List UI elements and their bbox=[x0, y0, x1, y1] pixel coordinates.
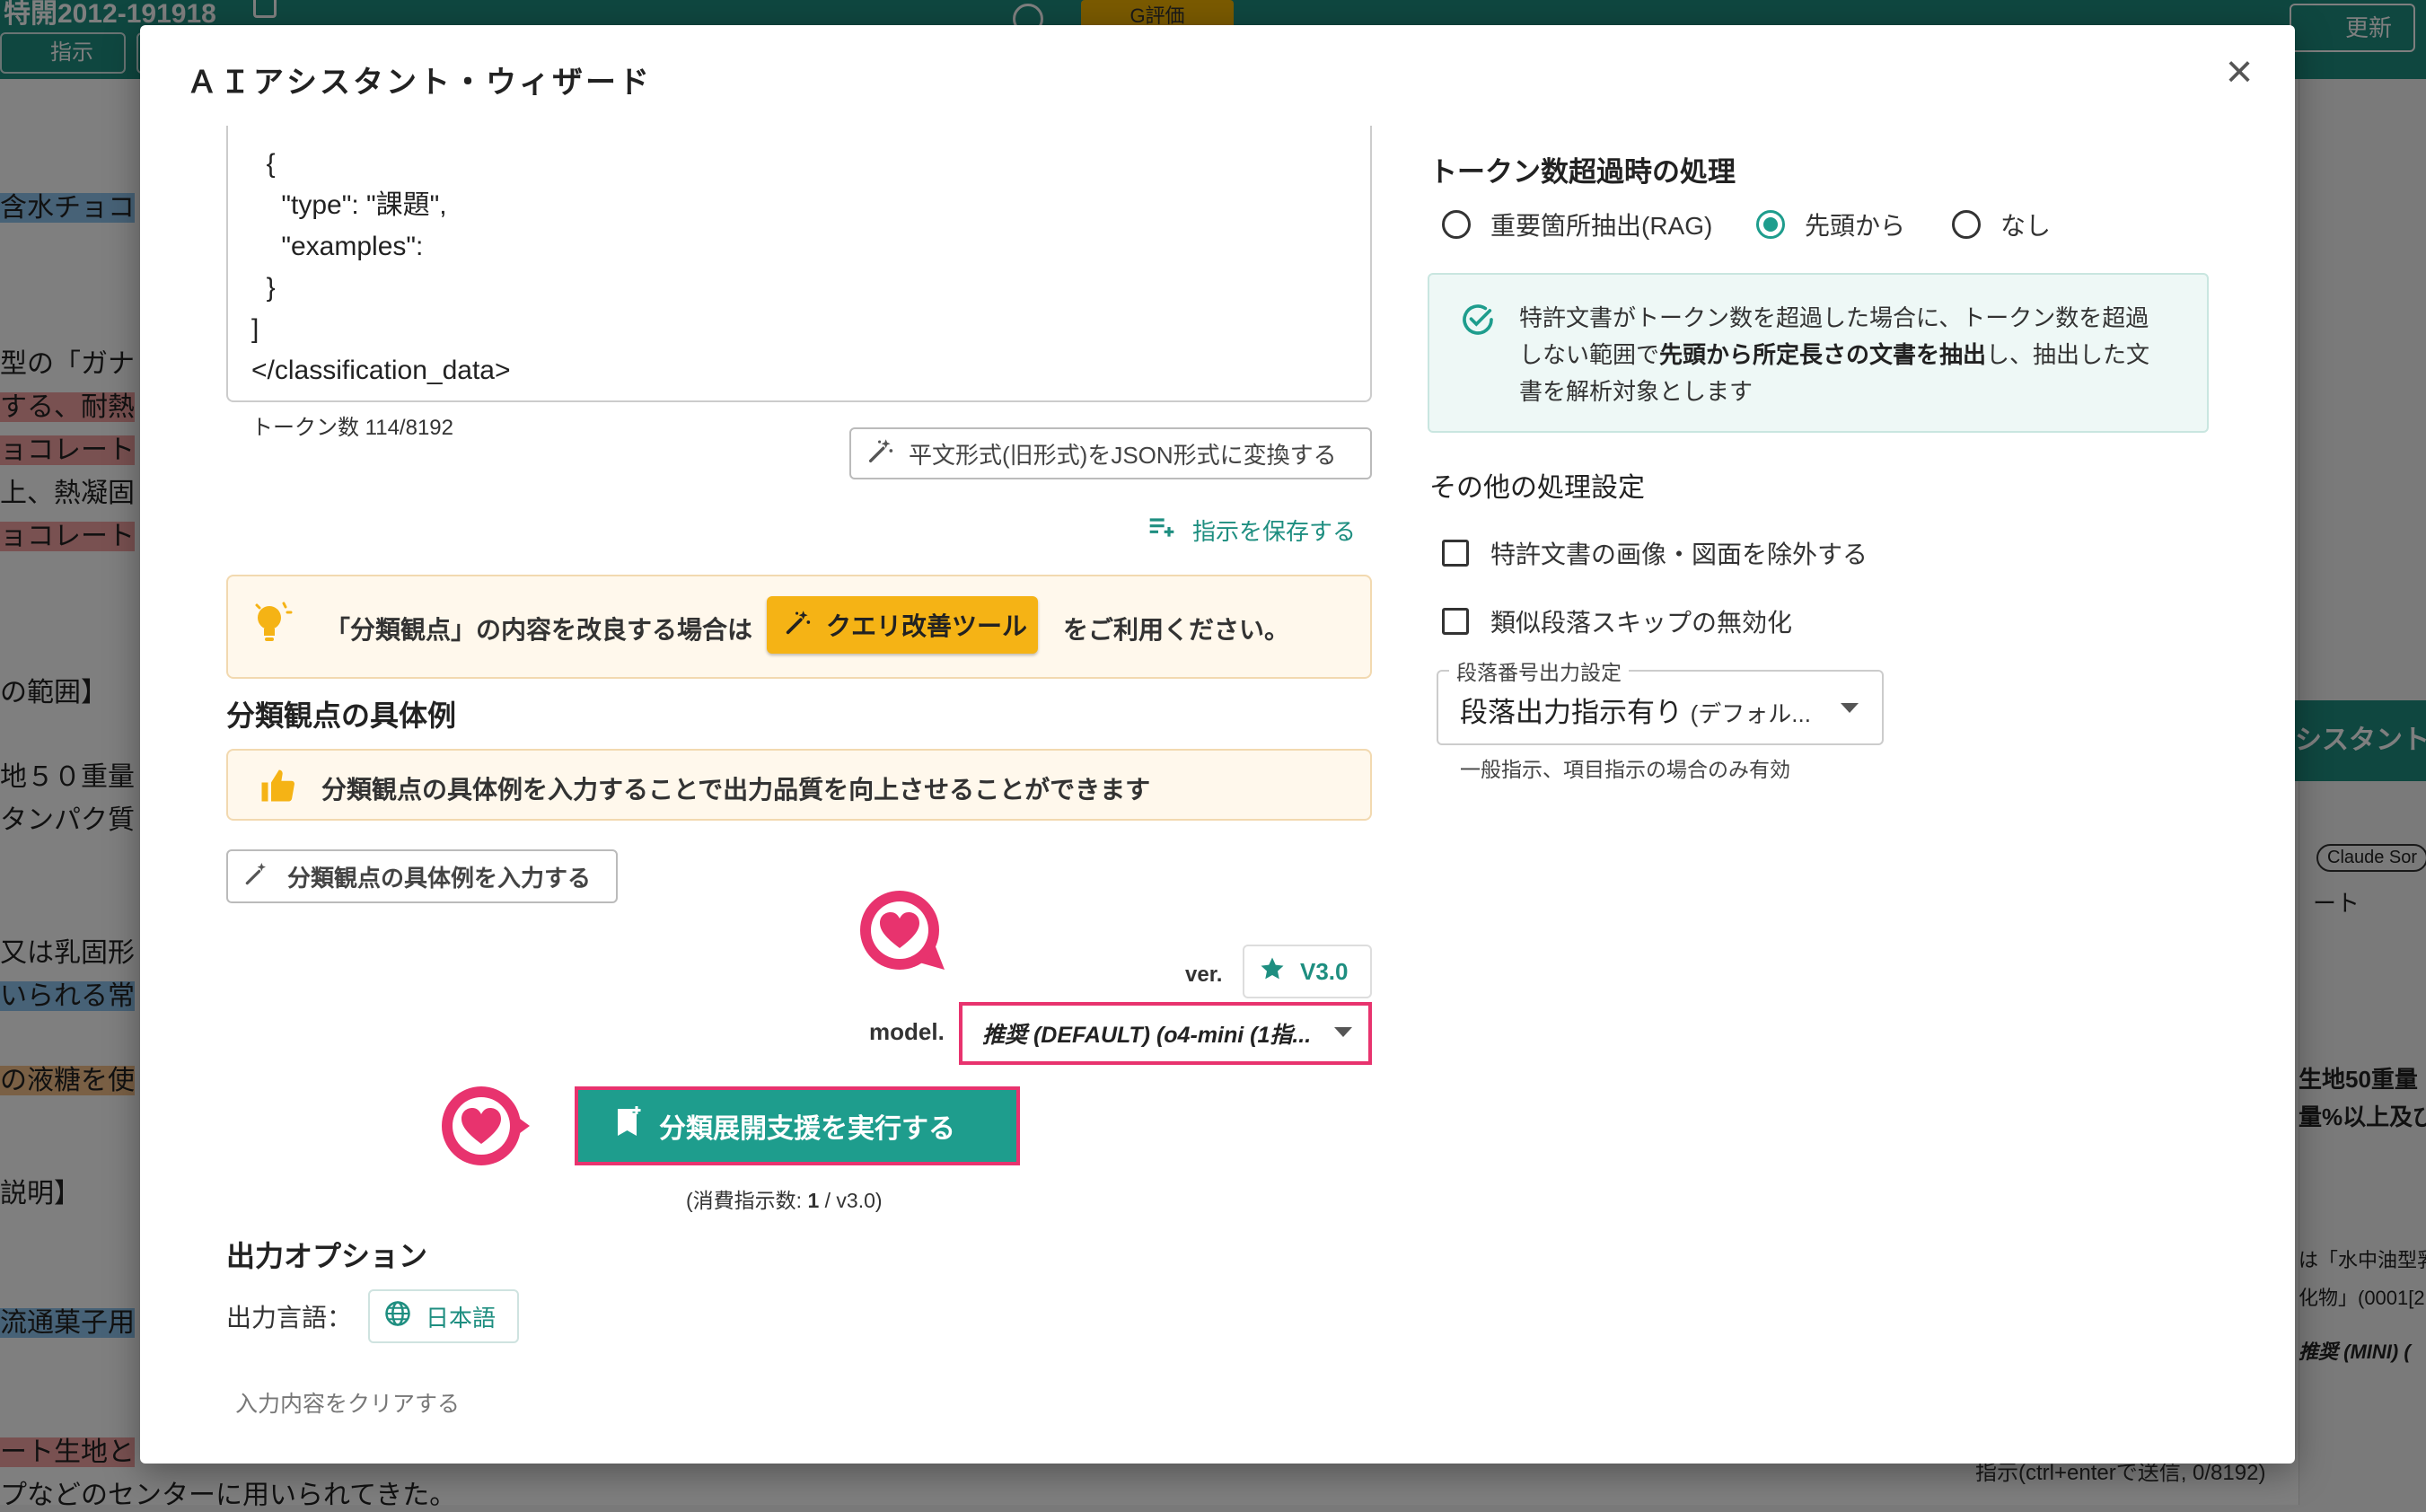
model-select-value: 推奨 (DEFAULT) (o4-mini (1指... bbox=[982, 1023, 1312, 1048]
input-examples-button[interactable]: 分類観点の具体例を入力する bbox=[226, 849, 618, 903]
close-icon[interactable]: × bbox=[2218, 48, 2261, 95]
radio-label: 重要箇所抽出(RAG) bbox=[1490, 212, 1713, 240]
run-classification-label: 分類展開支援を実行する bbox=[659, 1114, 955, 1144]
heart-pin-icon bbox=[440, 1081, 530, 1165]
check-circle-icon bbox=[1460, 302, 1496, 338]
radio-label: なし bbox=[2000, 212, 2052, 240]
disable-skip-checkbox[interactable]: 類似段落スキップの無効化 bbox=[1442, 603, 1792, 639]
token-overflow-heading: トークン数超過時の処理 bbox=[1429, 156, 1736, 188]
run-classification-button[interactable]: 分類展開支援を実行する bbox=[575, 1086, 1020, 1165]
radio-label: 先頭から bbox=[1805, 212, 1906, 240]
radio-button[interactable] bbox=[1952, 210, 1981, 239]
query-tool-tip: 「分類観点」の内容を改良する場合は クエリ改善ツール をご利用ください。 bbox=[226, 575, 1372, 679]
modal-title: ＡＩアシスタント・ウィザード bbox=[187, 66, 652, 100]
query-improve-tool-label: クエリ改善ツール bbox=[826, 612, 1028, 640]
token-count: トークン数 114/8192 bbox=[251, 416, 453, 440]
examples-tip-text: 分類観点の具体例を入力することで出力品質を向上させることができます bbox=[321, 776, 1151, 804]
editor-line: "type": "課題", bbox=[251, 190, 447, 220]
thumbs-up-icon bbox=[259, 767, 296, 804]
ai-assistant-wizard-modal: ＡＩアシスタント・ウィザード × { "type": "課題", "exampl… bbox=[140, 25, 2295, 1464]
paragraph-output-value: 段落出力指示有り (デフォル... bbox=[1460, 697, 1811, 728]
convert-json-label: 平文形式(旧形式)をJSON形式に変換する bbox=[909, 441, 1337, 469]
chevron-down-icon[interactable] bbox=[1841, 703, 1859, 713]
radio-from-start[interactable]: 先頭から bbox=[1756, 207, 1905, 242]
examples-tip: 分類観点の具体例を入力することで出力品質を向上させることができます bbox=[226, 749, 1372, 821]
examples-heading: 分類観点の具体例 bbox=[226, 699, 457, 732]
output-language-button[interactable]: 日本語 bbox=[368, 1289, 519, 1343]
radio-button[interactable] bbox=[1442, 210, 1471, 239]
magic-wand-icon bbox=[242, 859, 271, 894]
other-settings-heading: その他の処理設定 bbox=[1429, 473, 1645, 503]
save-instruction-link[interactable]: 指示を保存する bbox=[1147, 514, 1356, 547]
checkbox[interactable] bbox=[1442, 608, 1469, 635]
checkbox-label: 類似段落スキップの無効化 bbox=[1490, 609, 1793, 637]
query-improve-tool-button[interactable]: クエリ改善ツール bbox=[767, 596, 1038, 654]
version-label: ver. bbox=[1185, 963, 1223, 987]
radio-none[interactable]: なし bbox=[1952, 207, 2051, 242]
output-language-value: 日本語 bbox=[426, 1304, 497, 1332]
globe-icon bbox=[384, 1300, 411, 1333]
model-select[interactable]: 推奨 (DEFAULT) (o4-mini (1指... bbox=[959, 1002, 1372, 1065]
radio-rag[interactable]: 重要箇所抽出(RAG) bbox=[1442, 207, 1712, 242]
convert-json-button[interactable]: 平文形式(旧形式)をJSON形式に変換する bbox=[849, 427, 1372, 479]
editor-line: </classification_data> bbox=[251, 356, 511, 385]
exclude-images-checkbox[interactable]: 特許文書の画像・図面を除外する bbox=[1442, 535, 1868, 571]
tip-text-before: 「分類観点」の内容を改良する場合は bbox=[325, 616, 753, 644]
heart-pin-icon bbox=[858, 889, 945, 971]
editor-line: ] bbox=[251, 314, 259, 344]
tip-text-after: をご利用ください。 bbox=[1063, 616, 1290, 644]
editor-line: } bbox=[251, 273, 276, 303]
instruction-editor[interactable]: { "type": "課題", "examples": }] </classifi… bbox=[226, 126, 1372, 402]
version-value: V3.0 bbox=[1300, 957, 1349, 985]
output-language-label: 出力言語： bbox=[226, 1304, 353, 1332]
playlist-add-icon bbox=[1147, 514, 1176, 546]
paragraph-output-help: 一般指示、項目指示の場合のみ有効 bbox=[1460, 758, 1790, 781]
lightbulb-icon bbox=[251, 598, 293, 650]
radio-button[interactable] bbox=[1756, 210, 1785, 239]
checkbox-label: 特許文書の画像・図面を除外する bbox=[1490, 541, 1868, 568]
input-examples-label: 分類観点の具体例を入力する bbox=[287, 864, 592, 892]
checkbox[interactable] bbox=[1442, 540, 1469, 567]
model-label: model. bbox=[869, 1018, 945, 1045]
star-icon bbox=[1259, 955, 1286, 989]
magic-wand-icon bbox=[783, 607, 813, 644]
info-text: 特許文書がトークン数を超過した場合に、トークン数を超過しない範囲で先頭から所定長… bbox=[1519, 304, 2150, 405]
clear-input-link[interactable]: 入力内容をクリアする bbox=[235, 1386, 460, 1419]
paragraph-output-label: 段落番号出力設定 bbox=[1449, 655, 1629, 686]
editor-line: "examples": bbox=[251, 232, 424, 261]
chevron-down-icon bbox=[1334, 1027, 1352, 1037]
editor-line: { bbox=[251, 149, 276, 179]
output-options-heading: 出力オプション bbox=[226, 1240, 428, 1272]
bookmark-add-icon bbox=[614, 1106, 643, 1146]
magic-wand-icon bbox=[866, 435, 896, 472]
token-overflow-info: 特許文書がトークン数を超過した場合に、トークン数を超過しない範囲で先頭から所定長… bbox=[1428, 273, 2209, 433]
version-button[interactable]: V3.0 bbox=[1243, 945, 1372, 998]
save-instruction-label: 指示を保存する bbox=[1192, 518, 1357, 545]
consumption-info: (消費指示数: 1 / v3.0) bbox=[686, 1189, 883, 1212]
